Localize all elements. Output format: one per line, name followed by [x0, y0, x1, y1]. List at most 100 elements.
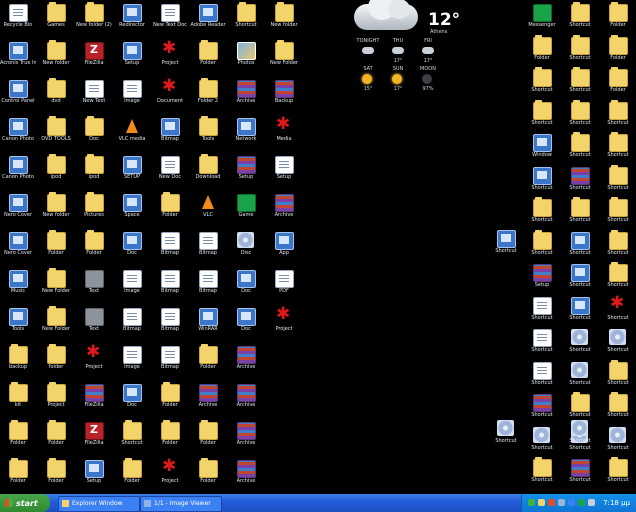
- desktop-icon[interactable]: Shortcut: [524, 229, 560, 266]
- desktop-icon[interactable]: Folder: [38, 230, 74, 266]
- desktop-icon[interactable]: Document: [152, 76, 188, 114]
- desktop-icon[interactable]: Shortcut: [524, 165, 560, 201]
- start-button[interactable]: start: [0, 494, 50, 512]
- desktop-icon[interactable]: Project: [152, 456, 188, 494]
- desktop-icon[interactable]: Shortcut: [524, 457, 560, 493]
- desktop-icon[interactable]: Games: [38, 2, 74, 38]
- desktop-icon[interactable]: Folder: [524, 34, 560, 71]
- desktop-icon[interactable]: Folder: [152, 382, 188, 418]
- desktop-icon[interactable]: Folder: [190, 40, 226, 76]
- taskbar-item-viewer[interactable]: 1/1 - Image Viewer: [140, 496, 222, 512]
- desktop-icon[interactable]: New Folder: [38, 306, 74, 342]
- clock[interactable]: 7:18 μμ: [603, 494, 630, 512]
- desktop-icon[interactable]: Folder: [114, 458, 150, 494]
- desktop-icon[interactable]: Messenger: [524, 2, 560, 38]
- desktop-icon[interactable]: ipod: [38, 154, 74, 190]
- desktop-icon[interactable]: Folder: [76, 230, 112, 266]
- desktop-icon[interactable]: Shortcut: [600, 99, 636, 136]
- desktop-icon[interactable]: Folder: [152, 420, 188, 456]
- bluetooth-icon[interactable]: [568, 499, 575, 506]
- desktop-icon[interactable]: Shortcut: [562, 230, 598, 266]
- desktop-icon[interactable]: kit: [0, 382, 36, 418]
- desktop-icon[interactable]: SETUP: [114, 154, 150, 190]
- desktop-icon[interactable]: Shortcut: [600, 229, 636, 266]
- desktop-icon[interactable]: Shortcut: [600, 425, 636, 461]
- desktop-icon[interactable]: Archive: [228, 458, 264, 494]
- desktop-icon[interactable]: Folder: [38, 458, 74, 494]
- desktop-icon[interactable]: Shortcut: [524, 360, 560, 396]
- desktop-icon[interactable]: Shortcut: [488, 418, 524, 454]
- desktop-icon[interactable]: Folder: [0, 420, 36, 456]
- desktop-icon[interactable]: Control Panel: [0, 78, 36, 114]
- desktop-icon[interactable]: Music: [0, 268, 36, 304]
- desktop-icon[interactable]: New Folder: [38, 268, 74, 304]
- desktop-icon[interactable]: Shortcut: [562, 360, 598, 396]
- desktop-icon[interactable]: Setup: [228, 154, 264, 190]
- desktop-icon[interactable]: VLC: [190, 192, 226, 228]
- desktop-icon[interactable]: FileZilla: [76, 420, 112, 456]
- desktop-icon[interactable]: Shortcut: [600, 359, 636, 396]
- desktop-icon[interactable]: Archive: [266, 192, 302, 228]
- desktop-icon[interactable]: Shortcut: [600, 132, 636, 168]
- desktop[interactable]: 12° Athens TONIGHT THU 17° FRI 17° SAT 15° SUN 1…: [0, 0, 636, 494]
- desktop-icon[interactable]: Shortcut: [524, 295, 560, 331]
- desktop-icon[interactable]: Media: [266, 114, 302, 152]
- desktop-icon[interactable]: Backup: [266, 78, 302, 114]
- desktop-icon[interactable]: Bitmap: [152, 306, 188, 342]
- desktop-icon[interactable]: folder: [38, 344, 74, 380]
- desktop-icon[interactable]: Folder 2: [190, 78, 226, 114]
- desktop-icon[interactable]: New Doc: [152, 154, 188, 190]
- desktop-icon[interactable]: Shortcut: [562, 2, 598, 38]
- desktop-icon[interactable]: Shortcut: [600, 392, 636, 428]
- desktop-icon[interactable]: Network: [228, 116, 264, 152]
- update-icon[interactable]: [578, 499, 585, 506]
- desktop-icon[interactable]: Doc: [114, 382, 150, 418]
- desktop-icon[interactable]: Shortcut: [524, 392, 560, 428]
- desktop-icon[interactable]: Shortcut: [524, 327, 560, 363]
- desktop-icon[interactable]: Folder: [600, 67, 636, 103]
- desktop-icon[interactable]: Disc: [228, 230, 264, 266]
- desktop-icon[interactable]: New folder: [266, 2, 302, 38]
- desktop-icon[interactable]: Game: [228, 192, 264, 228]
- desktop-icon[interactable]: Tools: [0, 306, 36, 342]
- desktop-icon[interactable]: backup: [0, 344, 36, 380]
- desktop-icon[interactable]: Shortcut: [562, 262, 598, 298]
- desktop-icon[interactable]: Image: [114, 268, 150, 304]
- desktop-icon[interactable]: Bitmap: [190, 230, 226, 266]
- desktop-icon[interactable]: Project: [76, 342, 112, 380]
- desktop-icon[interactable]: Folder: [0, 458, 36, 494]
- weather-gadget[interactable]: 12° Athens TONIGHT THU 17° FRI 17° SAT 15° SUN 1…: [352, 0, 460, 98]
- volume-icon[interactable]: [558, 499, 565, 506]
- desktop-icon[interactable]: Image: [114, 344, 150, 380]
- desktop-icon[interactable]: Shortcut: [562, 295, 598, 331]
- desktop-icon[interactable]: Archive: [228, 78, 264, 114]
- desktop-icon[interactable]: Shortcut: [600, 164, 636, 201]
- desktop-icon[interactable]: WinRAR: [190, 306, 226, 342]
- desktop-icon[interactable]: Shortcut: [562, 165, 598, 201]
- desktop-icon[interactable]: Shortcut: [600, 327, 636, 363]
- desktop-icon[interactable]: Shortcut: [562, 67, 598, 103]
- desktop-icon[interactable]: Image: [114, 78, 150, 114]
- desktop-icon[interactable]: Space: [114, 192, 150, 228]
- desktop-icon[interactable]: Bitmap: [114, 306, 150, 342]
- desktop-icon[interactable]: PDF: [266, 268, 302, 304]
- desktop-icon[interactable]: Shortcut: [562, 132, 598, 168]
- desktop-icon[interactable]: Bitmap: [152, 344, 188, 380]
- desktop-icon[interactable]: Shortcut: [524, 67, 560, 103]
- network-icon[interactable]: [528, 499, 535, 506]
- desktop-icon[interactable]: New Text: [76, 78, 112, 114]
- desktop-icon[interactable]: Setup: [114, 40, 150, 76]
- desktop-icon[interactable]: Folder: [190, 420, 226, 456]
- desktop-icon[interactable]: VLC media: [114, 116, 150, 152]
- desktop-icon[interactable]: Shortcut: [488, 228, 524, 264]
- desktop-icon[interactable]: New folder: [38, 40, 74, 76]
- desktop-icon[interactable]: Window: [524, 132, 560, 168]
- desktop-icon[interactable]: ipod: [76, 154, 112, 190]
- desktop-icon[interactable]: Nero Cover: [0, 230, 36, 266]
- desktop-icon[interactable]: Shortcut: [600, 197, 636, 233]
- desktop-icon[interactable]: App: [266, 230, 302, 266]
- desktop-icon[interactable]: Text: [76, 306, 112, 342]
- desktop-icon[interactable]: Bitmap: [190, 268, 226, 304]
- taskbar-item-explorer[interactable]: Explorer Window: [58, 496, 140, 512]
- desktop-icon[interactable]: Folder: [190, 344, 226, 380]
